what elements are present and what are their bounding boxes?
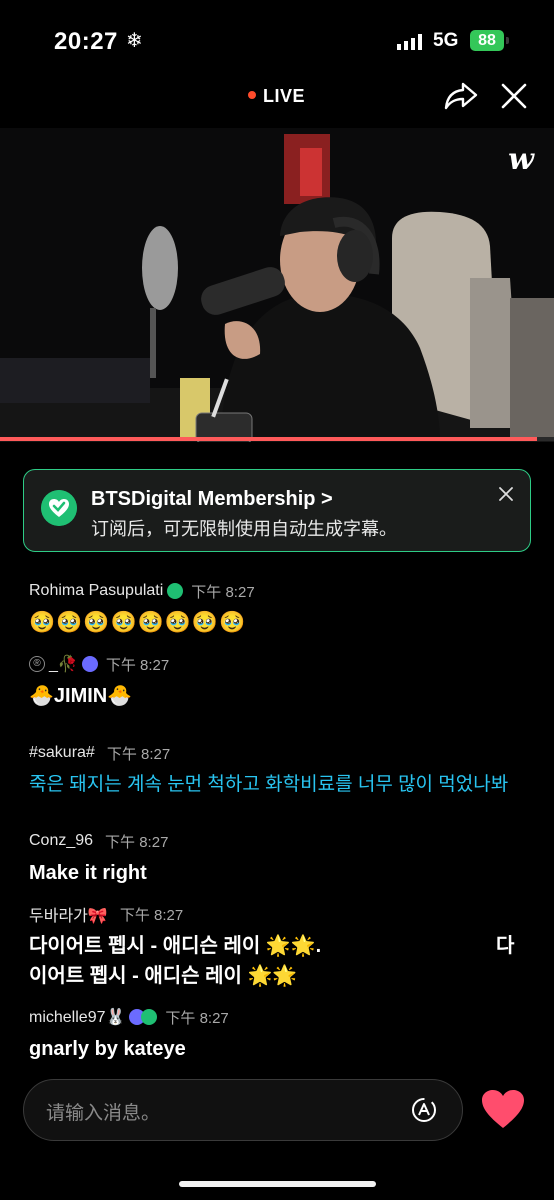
video-progress-bar: [0, 437, 554, 441]
membership-badge-icon: [81, 656, 98, 672]
video-frame: [0, 128, 554, 442]
close-icon[interactable]: [500, 82, 528, 110]
message-time: 下午 8:27: [119, 906, 184, 924]
status-bar: 20:27 ❄ 5G 88: [0, 0, 554, 80]
message-time: 下午 8:27: [165, 1009, 229, 1027]
chat-message: 두바라가🎀 下午 8:27 다이어트 펩시 - 애디슨 레이 🌟🌟. 다 이어트…: [29, 903, 529, 991]
username[interactable]: _🥀: [49, 654, 78, 674]
live-dot-icon: [248, 91, 256, 100]
message-meta: 두바라가🎀 下午 8:27: [29, 902, 529, 926]
share-icon[interactable]: [443, 80, 479, 112]
translate-icon[interactable]: [410, 1096, 438, 1124]
message-meta: Conz_96 下午 8:27: [29, 830, 529, 852]
message-time: 下午 8:27: [105, 833, 169, 851]
banner-close-icon[interactable]: [498, 486, 514, 502]
username[interactable]: Rohima Pasupulati: [29, 582, 163, 600]
username[interactable]: 두바라가🎀: [29, 902, 108, 926]
message-text: 죽은 돼지는 계속 눈먼 척하고 화학비료를 너무 많이 먹었나봐: [29, 774, 509, 795]
live-indicator: LIVE: [248, 86, 305, 107]
message-meta: #sakura# 下午 8:27: [29, 742, 529, 764]
verified-badge-icon: [167, 583, 184, 599]
verified-badge-icon: [141, 1009, 158, 1025]
registered-icon: ®: [29, 656, 45, 672]
message-text: gnarly by kateye: [29, 1038, 186, 1060]
message-text: 다이어트 펩시 - 애디슨 레이 🌟🌟. 다 이어트 펩시 - 애디슨 레이 🌟…: [29, 931, 529, 991]
video-progress-fill: [0, 437, 538, 441]
chat-message: Rohima Pasupulati 下午 8:27 🥹🥹🥹🥹🥹🥹🥹🥹: [29, 580, 529, 638]
live-video[interactable]: w: [0, 128, 554, 442]
network-type: 5G: [433, 30, 459, 51]
message-input-placeholder: 请输入消息。: [46, 1103, 161, 1124]
message-text: Make it right: [29, 862, 147, 884]
membership-banner[interactable]: BTSDigital Membership > 订阅后，可无限制使用自动生成字幕…: [23, 469, 531, 552]
live-label: LIVE: [263, 86, 306, 106]
weverse-logo: w: [508, 142, 534, 177]
message-time: 下午 8:27: [105, 656, 170, 674]
chat-message: #sakura# 下午 8:27 죽은 돼지는 계속 눈먼 척하고 화학비료를 …: [29, 742, 529, 800]
message-input[interactable]: 请输入消息。: [23, 1079, 463, 1141]
message-line: 다이어트 펩시 - 애디슨 레이 🌟🌟.: [29, 935, 322, 957]
membership-heart-icon: [41, 490, 77, 526]
battery-icon: 88: [470, 30, 504, 51]
chat-message: Conz_96 下午 8:27 Make it right: [29, 830, 529, 888]
username[interactable]: michelle97🐰: [29, 1007, 125, 1027]
home-indicator[interactable]: [179, 1181, 376, 1187]
message-line: 이어트 펩시 - 애디슨 레이 🌟🌟: [29, 965, 298, 987]
chat-message: ® _🥀 下午 8:27 🐣JIMIN🐣: [29, 653, 529, 711]
username[interactable]: Conz_96: [29, 832, 93, 850]
chat-message: michelle97🐰 下午 8:27 gnarly by kateye: [29, 1006, 529, 1064]
message-text: 🐣JIMIN🐣: [29, 685, 133, 707]
heart-icon[interactable]: [480, 1088, 526, 1130]
clock: 20:27: [54, 28, 118, 55]
banner-title: BTSDigital Membership >: [91, 488, 333, 510]
snowflake-icon: ❄: [126, 30, 143, 52]
message-time: 下午 8:27: [106, 745, 171, 763]
message-meta: ® _🥀 下午 8:27: [29, 653, 529, 675]
message-time: 下午 8:27: [191, 583, 255, 601]
username[interactable]: #sakura#: [29, 744, 95, 762]
message-line-tail: 다: [496, 935, 515, 957]
signal-icon: [397, 34, 422, 50]
message-meta: michelle97🐰 下午 8:27: [29, 1006, 529, 1028]
battery-tip: [506, 37, 509, 44]
message-meta: Rohima Pasupulati 下午 8:27: [29, 580, 529, 602]
message-text: 🥹🥹🥹🥹🥹🥹🥹🥹: [29, 611, 247, 634]
banner-subtitle: 订阅后，可无限制使用自动生成字幕。: [91, 519, 397, 539]
